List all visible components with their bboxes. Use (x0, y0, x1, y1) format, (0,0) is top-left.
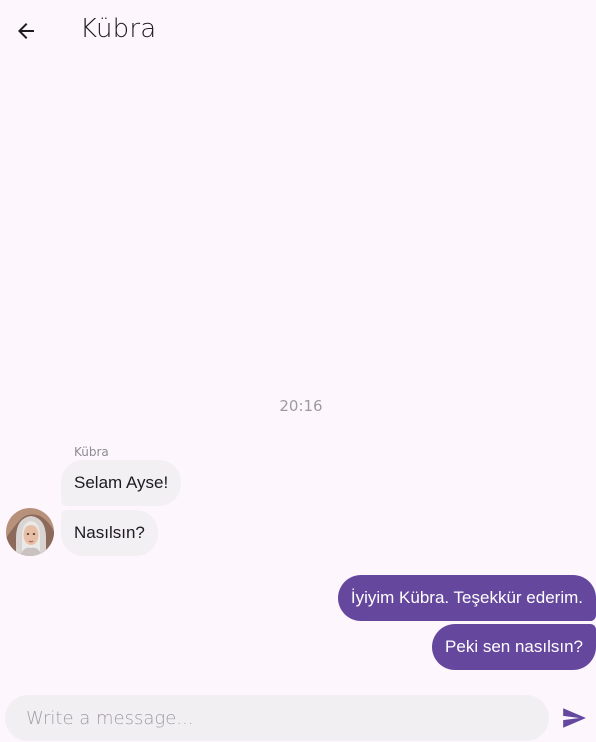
sender-avatar[interactable] (6, 508, 54, 556)
arrow-left-icon (18, 23, 34, 39)
message-composer (5, 695, 549, 741)
outgoing-message[interactable]: Peki sen nasılsın? (432, 624, 596, 670)
message-input[interactable] (5, 695, 547, 741)
chat-title: Kübra (80, 14, 157, 44)
back-button[interactable] (6, 12, 46, 50)
app-bar: Kübra (0, 0, 596, 62)
send-icon (563, 708, 586, 728)
message-timestamp: 20:16 (279, 397, 323, 415)
send-button[interactable] (558, 703, 590, 733)
outgoing-message[interactable]: İyiyim Kübra. Teşekkür ederim. (337, 575, 596, 621)
user-avatar-icon (6, 508, 54, 556)
incoming-message[interactable]: Nasılsın? (61, 510, 158, 556)
incoming-message[interactable]: Selam Ayse! (61, 460, 182, 506)
sender-name: Kübra (74, 445, 109, 459)
